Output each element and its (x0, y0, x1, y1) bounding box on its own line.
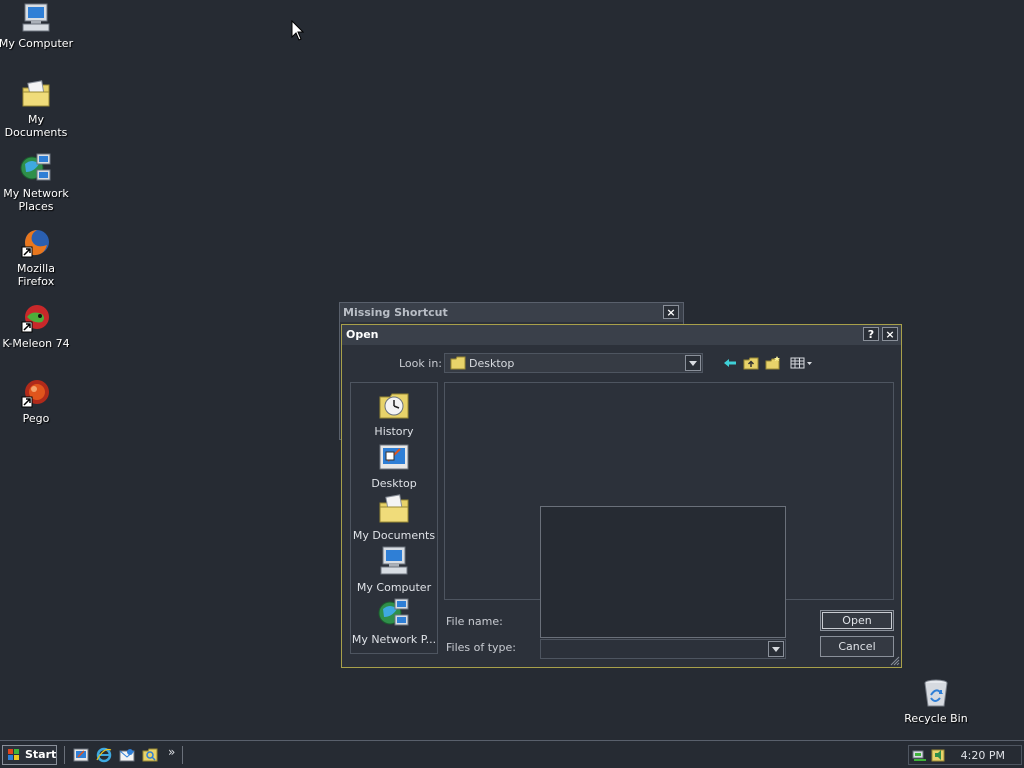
quick-launch-divider (64, 746, 67, 764)
files-of-type-dropdown[interactable] (540, 639, 786, 659)
desktop-icon-label: Recycle Bin (904, 712, 968, 725)
place-my-computer[interactable]: My Computer (351, 546, 437, 594)
open-button[interactable]: Open (820, 610, 894, 631)
desktop-icon-label: K-Meleon 74 (2, 337, 70, 350)
view-menu-icon[interactable] (790, 356, 814, 370)
close-icon: × (666, 306, 676, 319)
windows-logo-icon (8, 749, 19, 760)
network-tray-icon[interactable] (912, 748, 928, 763)
desktop-icon-k-meleon[interactable]: K-Meleon 74 (0, 302, 74, 350)
desktop-icon-label: My Documents (4, 113, 68, 139)
file-name-label: File name: (446, 615, 503, 628)
my-documents-icon (379, 494, 409, 523)
desktop-icon-my-computer[interactable]: My Computer (0, 2, 74, 50)
desktop-icon-label: Pego (22, 412, 50, 425)
look-in-label: Look in: (399, 357, 442, 370)
desktop-icon-label: Mozilla Firefox (17, 262, 55, 288)
k-meleon-icon (21, 305, 49, 333)
close-button[interactable]: × (882, 327, 898, 341)
place-label: History (374, 425, 414, 438)
my-documents-icon (22, 80, 50, 107)
place-my-documents[interactable]: My Documents (351, 494, 437, 542)
look-in-value: Desktop (469, 357, 515, 370)
network-places-icon (378, 598, 409, 626)
file-name-input[interactable] (540, 506, 786, 638)
help-icon: ? (867, 328, 875, 341)
new-folder-icon[interactable] (765, 356, 781, 370)
chevron-down-icon[interactable] (768, 641, 784, 657)
my-computer-icon (380, 546, 408, 575)
close-button[interactable]: × (663, 305, 679, 319)
resize-grip-icon[interactable] (890, 656, 900, 666)
desktop-icon-label: My Network (3, 187, 69, 200)
open-dialog-titlebar[interactable]: Open ? × (342, 325, 901, 345)
place-label: My Computer (356, 581, 432, 594)
open-dialog[interactable]: Open ? × Look in: Desktop History Deskto… (341, 324, 902, 668)
files-of-type-label: Files of type: (446, 641, 517, 654)
volume-tray-icon[interactable] (930, 748, 946, 763)
desktop-icon (379, 444, 409, 470)
explorer-search-icon[interactable] (142, 747, 158, 763)
cancel-button-label: Cancel (838, 640, 876, 653)
place-network-places[interactable]: My Network P... (351, 598, 437, 646)
look-in-dropdown[interactable]: Desktop (444, 353, 703, 373)
show-desktop-icon[interactable] (73, 747, 89, 763)
place-desktop[interactable]: Desktop (351, 442, 437, 490)
mouse-cursor-icon (291, 20, 305, 41)
place-label: My Documents (352, 529, 436, 542)
desktop-icon-recycle-bin[interactable]: Recycle Bin (898, 677, 974, 725)
start-label: Start (25, 748, 57, 761)
network-places-icon (20, 153, 51, 181)
recycle-bin-icon (924, 679, 948, 707)
desktop-icon-firefox[interactable]: Mozilla Firefox (0, 227, 74, 288)
internet-explorer-icon[interactable] (96, 747, 112, 763)
firefox-icon (21, 230, 49, 258)
start-button[interactable]: Start (2, 745, 57, 765)
desktop-icon-my-documents[interactable]: My Documents (0, 78, 74, 139)
cancel-button[interactable]: Cancel (820, 636, 894, 657)
close-icon: × (885, 328, 895, 341)
pego-icon (21, 380, 49, 408)
desktop-icon-pego[interactable]: Pego (0, 377, 74, 425)
places-bar: History Desktop My Documents My Computer… (350, 382, 438, 654)
missing-shortcut-titlebar[interactable]: Missing Shortcut × (340, 303, 683, 322)
window-title: Missing Shortcut (343, 306, 448, 319)
help-button[interactable]: ? (863, 327, 879, 341)
quick-launch-more-icon[interactable]: » (168, 745, 175, 759)
folder-icon (450, 356, 466, 370)
place-label: My Network P... (351, 633, 437, 646)
outlook-express-icon[interactable] (119, 747, 135, 763)
system-tray: 4:20 PM (908, 745, 1022, 765)
back-arrow-icon[interactable] (722, 356, 738, 370)
taskbar-clock: 4:20 PM (960, 749, 1005, 762)
desktop-icon-network-places[interactable]: My Network Places (0, 152, 74, 213)
desktop-icon-label: My Computer (0, 37, 74, 50)
place-history[interactable]: History (351, 390, 437, 438)
up-folder-icon[interactable] (743, 356, 759, 370)
taskbar-divider (182, 746, 185, 764)
chevron-down-icon[interactable] (685, 355, 701, 371)
place-label: Desktop (371, 477, 417, 490)
history-icon (379, 393, 409, 419)
taskbar: Start » 4:20 PM (0, 740, 1024, 768)
desktop-icon-label-line2: Places (18, 200, 54, 213)
dialog-title: Open (346, 328, 379, 341)
open-button-label: Open (842, 614, 872, 627)
my-computer-icon (22, 3, 50, 32)
